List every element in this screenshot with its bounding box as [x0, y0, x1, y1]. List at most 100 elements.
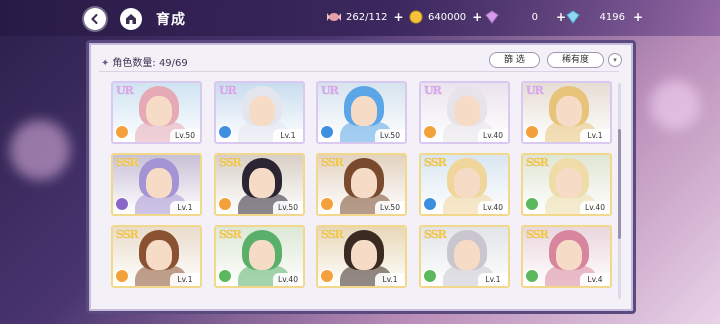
rarity-badge: SSR	[526, 156, 549, 169]
character-card[interactable]: SSR Lv.40	[214, 225, 305, 288]
character-face	[351, 96, 377, 126]
rarity-badge: UR	[321, 84, 339, 97]
level-label: Lv.4	[580, 273, 610, 286]
character-card[interactable]: SSR Lv.1	[316, 225, 407, 288]
page-title: 育成	[156, 12, 186, 28]
background-glow	[10, 120, 70, 180]
candy-icon	[327, 13, 341, 21]
attribute-icon	[218, 125, 232, 139]
home-button[interactable]	[120, 8, 142, 30]
character-card[interactable]: SSR Lv.50	[316, 153, 407, 216]
level-label: Lv.40	[478, 201, 508, 214]
back-arrow-icon	[91, 14, 98, 24]
add-gold-button[interactable]: +	[472, 10, 482, 24]
level-label: Lv.1	[580, 129, 610, 142]
character-card[interactable]: SSR Lv.40	[419, 153, 510, 216]
blue-gem-icon	[566, 10, 580, 24]
character-card[interactable]: UR Lv.1	[214, 81, 305, 144]
add-candy-button[interactable]: +	[394, 10, 404, 24]
character-face	[556, 240, 582, 270]
character-card[interactable]: UR Lv.50	[316, 81, 407, 144]
attribute-icon	[525, 197, 539, 211]
pink-gem-value: 0	[531, 11, 538, 23]
level-label: Lv.40	[478, 129, 508, 142]
character-face	[351, 240, 377, 270]
character-face	[146, 168, 172, 198]
attribute-icon	[115, 197, 129, 211]
character-face	[351, 168, 377, 198]
level-label: Lv.1	[170, 273, 200, 286]
top-bar: 育成 262/112 + 640000 + 0 + 4196 +	[0, 0, 720, 36]
character-card[interactable]: UR Lv.50	[111, 81, 202, 144]
character-face	[249, 96, 275, 126]
attribute-icon	[423, 197, 437, 211]
rarity-badge: SSR	[116, 228, 139, 241]
divider	[99, 71, 619, 72]
level-label: Lv.40	[273, 273, 303, 286]
sort-rarity-button[interactable]: 稀有度	[547, 52, 605, 68]
character-face	[146, 240, 172, 270]
attribute-icon	[525, 125, 539, 139]
pink-gem-icon	[485, 10, 499, 24]
character-panel: ✦ 角色数量: 49/69 篩 选 稀有度 ▾ UR Lv.50 UR Lv.1 UR Lv…	[86, 40, 636, 314]
gold-value: 640000	[428, 11, 467, 23]
gold-coin-icon	[409, 10, 423, 24]
level-label: Lv.1	[170, 201, 200, 214]
attribute-icon	[320, 197, 334, 211]
level-label: Lv.50	[375, 129, 405, 142]
rarity-badge: SSR	[424, 156, 447, 169]
attribute-icon	[525, 269, 539, 283]
candy-value: 262/112	[346, 11, 388, 23]
attribute-icon	[423, 125, 437, 139]
character-card[interactable]: SSR Lv.40	[521, 153, 612, 216]
rarity-badge: SSR	[321, 156, 344, 169]
character-face	[146, 96, 172, 126]
rarity-badge: UR	[219, 84, 237, 97]
character-face	[454, 96, 480, 126]
character-face	[454, 168, 480, 198]
character-card[interactable]: SSR Lv.1	[111, 153, 202, 216]
rarity-badge: UR	[424, 84, 442, 97]
level-label: Lv.40	[580, 201, 610, 214]
rarity-badge: SSR	[219, 156, 242, 169]
level-label: Lv.1	[478, 273, 508, 286]
character-count: ✦ 角色数量: 49/69	[101, 54, 188, 69]
level-label: Lv.1	[273, 129, 303, 142]
resource-candy: 262/112 +	[326, 10, 404, 24]
level-label: Lv.50	[273, 201, 303, 214]
character-card[interactable]: SSR Lv.4	[521, 225, 612, 288]
sparkle-icon: ✦	[101, 58, 110, 69]
rarity-badge: SSR	[321, 228, 344, 241]
resource-blue-gem: 4196 +	[565, 10, 643, 24]
character-card[interactable]: UR Lv.40	[419, 81, 510, 144]
filter-button[interactable]: 篩 选	[489, 52, 540, 68]
rarity-badge: SSR	[526, 228, 549, 241]
rarity-badge: SSR	[424, 228, 447, 241]
attribute-icon	[115, 269, 129, 283]
attribute-icon	[320, 125, 334, 139]
level-label: Lv.50	[170, 129, 200, 142]
character-card[interactable]: UR Lv.1	[521, 81, 612, 144]
character-face	[249, 240, 275, 270]
back-button[interactable]	[84, 8, 106, 30]
attribute-icon	[115, 125, 129, 139]
character-face	[454, 240, 480, 270]
rarity-badge: SSR	[116, 156, 139, 169]
add-blue-gem-button[interactable]: +	[633, 10, 643, 24]
rarity-badge: UR	[526, 84, 544, 97]
attribute-icon	[218, 197, 232, 211]
character-count-text: 角色数量: 49/69	[112, 58, 188, 69]
sort-order-dropdown[interactable]: ▾	[608, 53, 622, 67]
attribute-icon	[320, 269, 334, 283]
rarity-badge: SSR	[219, 228, 242, 241]
blue-gem-value: 4196	[599, 11, 625, 23]
background-glow	[650, 80, 700, 130]
character-card[interactable]: SSR Lv.1	[111, 225, 202, 288]
scrollbar-thumb[interactable]	[618, 129, 621, 239]
character-face	[249, 168, 275, 198]
character-card[interactable]: SSR Lv.1	[419, 225, 510, 288]
attribute-icon	[218, 269, 232, 283]
resource-pink-gem: 0 +	[484, 10, 566, 24]
character-card[interactable]: SSR Lv.50	[214, 153, 305, 216]
home-icon	[126, 14, 136, 24]
